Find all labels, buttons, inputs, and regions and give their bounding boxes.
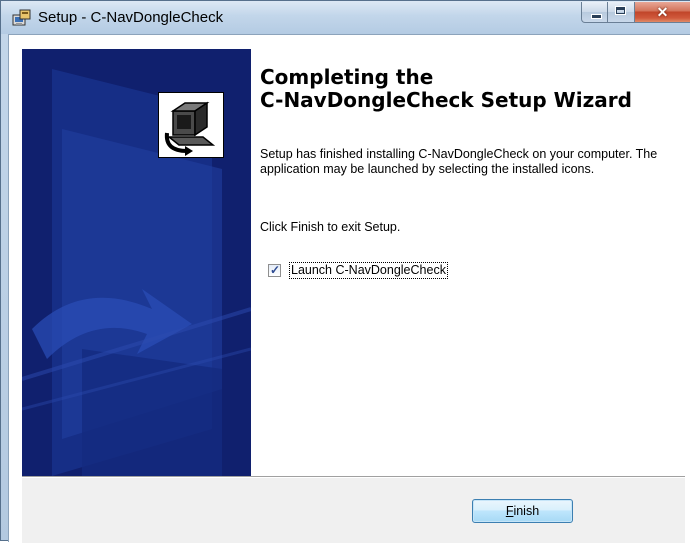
finish-message: Setup has finished installing C-NavDongl… — [260, 147, 658, 176]
window-title: Setup - C-NavDongleCheck — [38, 9, 224, 26]
setup-installer-icon — [12, 9, 32, 27]
setup-window: Setup - C-NavDongleCheck ✕ Completing th… — [0, 0, 690, 543]
finish-label-rest: inish — [513, 504, 540, 518]
maximize-button[interactable] — [608, 2, 635, 23]
heading-line-2: C-NavDongleCheck Setup Wizard — [260, 88, 632, 112]
finish-button[interactable]: Finish — [472, 499, 573, 523]
close-button[interactable]: ✕ — [635, 2, 690, 23]
wizard-footer: Finish — [22, 478, 685, 543]
minimize-icon — [591, 14, 602, 19]
launch-checkbox[interactable]: ✓ — [268, 262, 281, 277]
heading-line-1: Completing the — [260, 65, 434, 89]
wizard-banner-image — [22, 49, 251, 476]
wizard-client-area: Completing the C-NavDongleCheck Setup Wi… — [8, 34, 690, 543]
computer-install-icon — [158, 92, 224, 158]
minimize-button[interactable] — [581, 2, 608, 23]
maximize-icon — [616, 7, 625, 14]
exit-instruction: Click Finish to exit Setup. — [260, 220, 401, 234]
window-controls: ✕ — [581, 2, 690, 24]
title-bar[interactable]: Setup - C-NavDongleCheck ✕ — [1, 1, 690, 34]
close-icon: ✕ — [656, 4, 669, 20]
launch-checkbox-label[interactable]: Launch C-NavDongleCheck — [289, 261, 448, 279]
launch-option[interactable]: ✓ Launch C-NavDongleCheck — [268, 261, 448, 279]
checkmark-icon: ✓ — [270, 262, 281, 277]
wizard-heading: Completing the C-NavDongleCheck Setup Wi… — [260, 66, 632, 112]
wizard-content-panel: Completing the C-NavDongleCheck Setup Wi… — [260, 49, 685, 476]
